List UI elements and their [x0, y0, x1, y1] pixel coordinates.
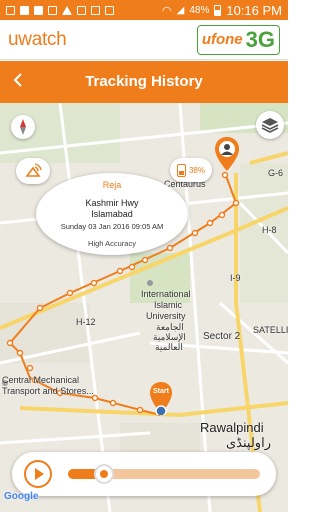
- image-icon: [91, 5, 100, 15]
- uwatch-logo: uwatch: [8, 28, 67, 51]
- brand-bar: uwatch ufone 3G: [0, 20, 288, 60]
- info-address-line1: Kashmir Hwy: [85, 198, 139, 208]
- compass-icon: [20, 119, 26, 135]
- satellite-dish-icon: [25, 163, 42, 177]
- wifi-icon: ◠: [162, 4, 172, 17]
- map-label-cmt-2: Transport and Stores...: [2, 386, 94, 396]
- message-icon: [6, 5, 15, 15]
- info-accuracy: High Accuracy: [88, 239, 136, 248]
- info-device-name: Reja: [102, 180, 122, 190]
- info-timestamp: Sunday 03 Jan 2016 09:05 AM: [60, 222, 164, 231]
- compass-button[interactable]: [11, 115, 35, 139]
- layers-icon: [261, 118, 279, 133]
- start-pin-label: Start: [153, 388, 169, 395]
- play-button[interactable]: [24, 460, 52, 488]
- start-pin[interactable]: [149, 381, 173, 415]
- signal-icon: ◢: [176, 4, 185, 16]
- battery-icon: [214, 4, 222, 16]
- playback-slider-thumb[interactable]: [94, 464, 115, 484]
- map-label-university-3: University: [146, 311, 186, 321]
- map-label-university-ar-3: العالمية: [155, 342, 183, 352]
- playback-slider[interactable]: [68, 464, 260, 484]
- map-label-satellite: SATELLI: [253, 325, 288, 335]
- map-view[interactable]: G-6 H-8 I-9 H-12 Centaurus International…: [0, 103, 288, 512]
- sms-icon: [48, 5, 57, 15]
- clock: 10:16 PM: [226, 2, 282, 18]
- inbox-icon: [105, 5, 114, 15]
- map-label-sector2: Sector 2: [203, 331, 241, 342]
- map-label-university-2: Islamic: [154, 300, 183, 310]
- current-location-pin[interactable]: [214, 136, 240, 172]
- location-info-window[interactable]: Reja Kashmir Hwy Islamabad Sunday 03 Jan…: [36, 173, 188, 255]
- map-label-g6: G-6: [268, 168, 284, 178]
- map-label-h12: H-12: [76, 317, 96, 327]
- info-address-line2: Islamabad: [91, 209, 133, 219]
- map-label-cmt-1: Central Mechanical: [2, 375, 80, 385]
- facebook-icon: [20, 5, 29, 15]
- map-label-rawalpindi: Rawalpindi: [200, 420, 264, 435]
- status-bar: ◠ ◢ 48% 10:16 PM: [0, 0, 288, 20]
- device-battery-badge: 38%: [170, 158, 212, 182]
- map-label-university-1: International: [141, 289, 191, 299]
- battery-icon: [176, 163, 186, 177]
- google-logo: Google: [4, 491, 39, 502]
- ufone-3g-logo: ufone 3G: [196, 24, 280, 55]
- map-label-rawalpindi-ur: راولپنڈی: [226, 435, 271, 450]
- carrier-network: 3G: [245, 26, 275, 52]
- page-title: Tracking History: [85, 73, 203, 90]
- device-battery-level: 38%: [188, 165, 205, 175]
- notification-icons: [6, 5, 114, 15]
- map-label-h8: H-8: [262, 225, 277, 235]
- title-bar: Tracking History: [0, 61, 288, 103]
- map-label-i9: I-9: [230, 273, 241, 283]
- facebook-icon: [34, 5, 43, 15]
- playback-controls: [12, 452, 276, 496]
- download-icon: [77, 5, 86, 15]
- uwatch-logo-text: uwatch: [8, 28, 67, 50]
- carrier-name: ufone: [201, 31, 243, 48]
- play-icon: [35, 468, 44, 480]
- layers-button[interactable]: [256, 111, 284, 139]
- battery-percent: 48%: [189, 4, 210, 16]
- warning-icon: [62, 5, 72, 15]
